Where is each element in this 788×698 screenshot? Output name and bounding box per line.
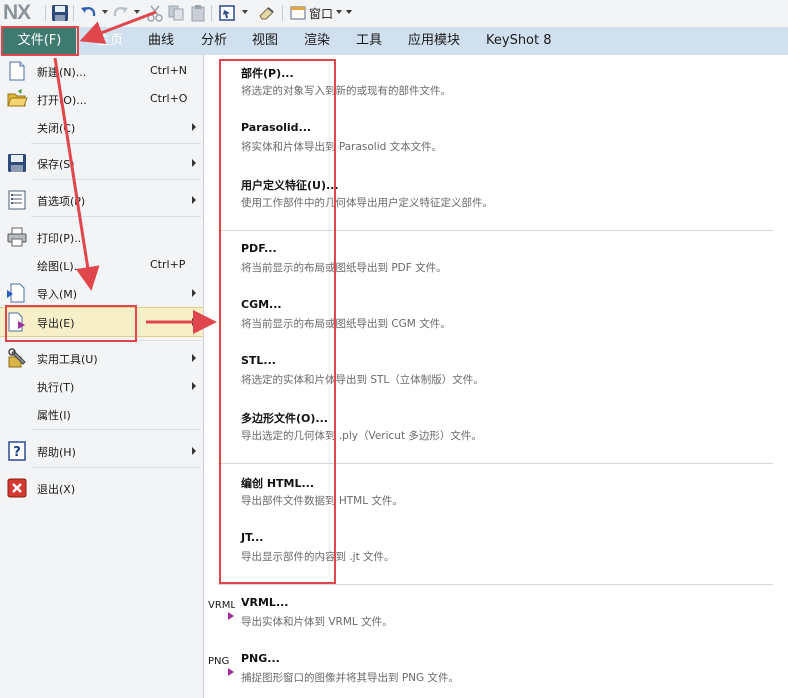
tab-render[interactable]: 渲染 — [304, 27, 330, 55]
open-folder-icon — [7, 89, 28, 107]
submenu-arrow-icon — [192, 318, 196, 326]
undo-dropdown-icon[interactable] — [102, 10, 108, 14]
redo-dropdown-icon[interactable] — [134, 10, 140, 14]
submenu-arrow-icon — [192, 354, 196, 362]
png-icon-label: PNG — [208, 656, 229, 667]
menu-item-new[interactable]: 新建(N)... Ctrl+N — [0, 58, 203, 84]
menu-item-close[interactable]: 关闭(C) — [0, 114, 203, 140]
menu-divider — [31, 216, 201, 217]
menu-item-shortcut: Ctrl+N — [150, 64, 188, 77]
export-item-title: PNG... — [241, 652, 280, 665]
export-item-description: 捕捉图形窗口的图像并将其导出到 PNG 文件。 — [241, 672, 459, 684]
customize-toolbar-icon[interactable] — [346, 10, 352, 14]
annotation-box-file-tab — [1, 26, 79, 56]
menu-item-plot[interactable]: 绘图(L)... Ctrl+P — [0, 252, 203, 278]
tab-curve[interactable]: 曲线 — [148, 27, 174, 55]
tab-analysis[interactable]: 分析 — [201, 27, 227, 55]
menu-item-help[interactable]: ? 帮助(H) — [0, 438, 203, 464]
menu-item-properties[interactable]: 属性(I) — [0, 401, 203, 427]
window-icon[interactable] — [289, 4, 307, 22]
menu-item-label: 导入(M) — [37, 288, 78, 301]
submenu-arrow-icon — [192, 159, 196, 167]
menu-item-label: 首选项(P) — [37, 195, 86, 208]
window-menu-dropdown-icon[interactable] — [336, 10, 342, 14]
menu-divider — [31, 143, 201, 144]
menu-item-exit[interactable]: 退出(X) — [0, 475, 203, 501]
save-icon[interactable] — [51, 4, 69, 22]
preferences-icon — [8, 190, 26, 210]
touch-mode-dropdown-icon[interactable] — [242, 10, 248, 14]
import-icon — [7, 283, 25, 303]
submenu-arrow-icon — [192, 196, 196, 204]
menu-divider — [31, 467, 201, 468]
tab-home[interactable]: 主页 — [97, 27, 123, 55]
toolbar-divider — [211, 5, 212, 21]
menu-item-shortcut: Ctrl+P — [150, 258, 186, 271]
submenu-divider — [218, 584, 773, 585]
eraser-icon[interactable] — [258, 4, 276, 22]
submenu-arrow-icon — [192, 382, 196, 390]
tab-tools[interactable]: 工具 — [356, 27, 382, 55]
tab-application[interactable]: 应用模块 — [408, 27, 460, 55]
menu-divider — [31, 179, 201, 180]
menu-item-label: 执行(T) — [37, 381, 75, 394]
png-icon: PNG — [208, 656, 234, 676]
export-item-title: VRML... — [241, 596, 289, 609]
menu-item-utilities[interactable]: 实用工具(U) — [0, 345, 203, 371]
menu-item-label: 关闭(C) — [37, 122, 76, 135]
undo-icon[interactable] — [79, 4, 97, 22]
menu-item-label: 打印(P)... — [37, 232, 85, 245]
touch-mode-icon[interactable] — [218, 4, 236, 22]
window-menu-label[interactable]: 窗口 — [309, 5, 333, 22]
exit-icon — [7, 478, 27, 498]
tab-keyshot[interactable]: KeyShot 8 — [486, 27, 552, 55]
menu-item-label: 新建(N)... — [37, 66, 87, 79]
svg-text:?: ? — [13, 445, 21, 460]
submenu-arrow-icon — [192, 447, 196, 455]
help-icon: ? — [8, 441, 26, 461]
nx-logo: NX — [3, 1, 31, 24]
menu-item-preferences[interactable]: 首选项(P) — [0, 187, 203, 213]
vrml-icon-label: VRML — [208, 600, 235, 611]
save-icon — [8, 154, 26, 172]
menu-item-label: 保存(S) — [37, 158, 75, 171]
menu-item-label: 退出(X) — [37, 483, 76, 496]
redo-icon[interactable] — [112, 4, 130, 22]
menu-item-save[interactable]: 保存(S) — [0, 150, 203, 176]
vrml-icon: VRML — [208, 600, 235, 620]
menu-item-open[interactable]: 打开(O)... Ctrl+O — [0, 86, 203, 112]
paste-icon[interactable] — [189, 4, 207, 22]
menu-item-label: 属性(I) — [37, 409, 71, 422]
menu-item-print[interactable]: 打印(P)... — [0, 224, 203, 250]
submenu-arrow-icon — [192, 289, 196, 297]
cut-icon[interactable] — [146, 4, 164, 22]
menu-item-import[interactable]: 导入(M) — [0, 280, 203, 306]
annotation-box-export-list — [219, 59, 336, 584]
copy-icon[interactable] — [167, 4, 185, 22]
toolbar-divider — [73, 5, 74, 21]
export-item-vrml[interactable]: VRML VRML... 导出实体和片体到 VRML 文件。 — [204, 588, 788, 638]
tab-view[interactable]: 视图 — [252, 27, 278, 55]
file-menu: 新建(N)... Ctrl+N 打开(O)... Ctrl+O 关闭(C) 保存… — [0, 55, 204, 698]
export-item-png[interactable]: PNG PNG... 捕捉图形窗口的图像并将其导出到 PNG 文件。 — [204, 644, 788, 694]
toolbar-divider — [282, 5, 283, 21]
quick-access-toolbar: NX 窗口 — [0, 0, 788, 27]
menu-item-execute[interactable]: 执行(T) — [0, 373, 203, 399]
printer-icon — [7, 227, 27, 247]
menu-item-label: 实用工具(U) — [37, 353, 98, 366]
annotation-box-export — [5, 305, 137, 342]
toolbar-divider — [45, 5, 46, 21]
menu-item-label: 帮助(H) — [37, 446, 76, 459]
menu-item-label: 绘图(L)... — [37, 260, 85, 273]
export-item-description: 导出实体和片体到 VRML 文件。 — [241, 616, 393, 628]
new-file-icon — [9, 61, 25, 81]
ribbon-tab-bar: 主页 曲线 分析 视图 渲染 工具 应用模块 KeyShot 8 — [0, 27, 788, 56]
utilities-icon — [8, 348, 26, 368]
menu-item-label: 打开(O)... — [37, 94, 87, 107]
submenu-arrow-icon — [192, 123, 196, 131]
menu-item-shortcut: Ctrl+O — [150, 92, 188, 105]
menu-divider — [31, 429, 201, 430]
